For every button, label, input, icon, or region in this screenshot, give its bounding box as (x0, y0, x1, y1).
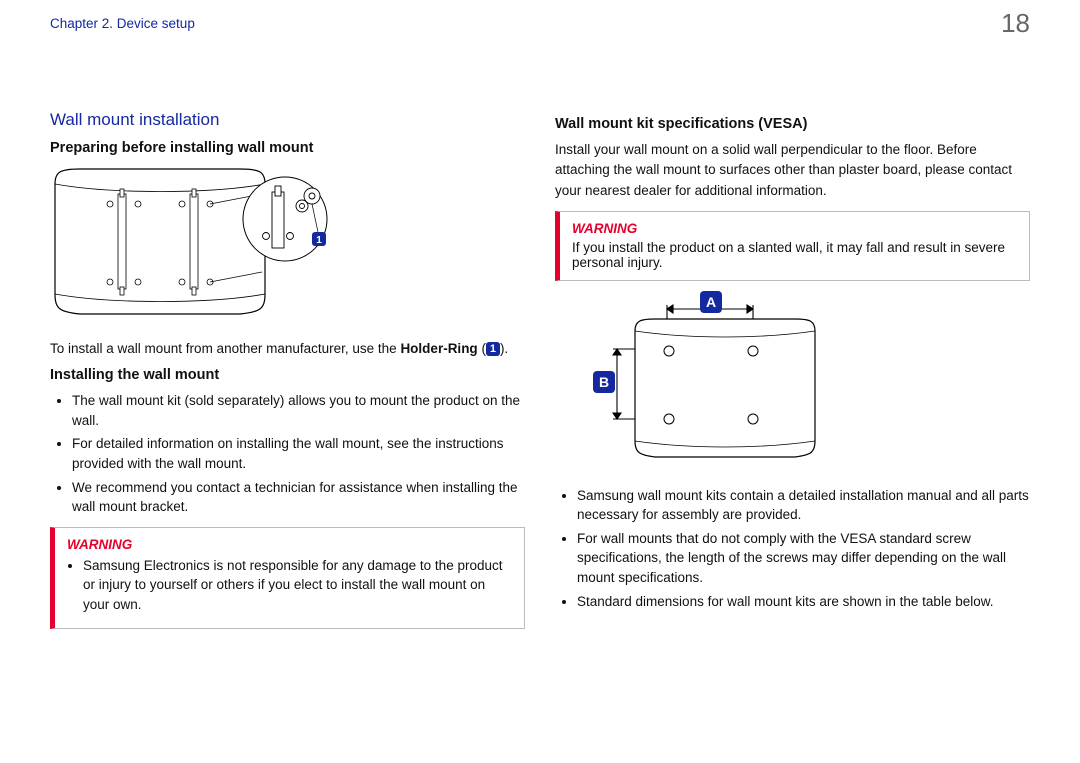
warning-item: Samsung Electronics is not responsible f… (83, 556, 512, 615)
list-item: For detailed information on installing t… (72, 434, 525, 473)
left-column: Wall mount installation Preparing before… (50, 110, 525, 639)
label-b-badge: B (593, 371, 615, 393)
sub-preparing: Preparing before installing wall mount (50, 140, 525, 156)
list-item: The wall mount kit (sold separately) all… (72, 391, 525, 430)
warning-box-left: WARNING Samsung Electronics is not respo… (50, 527, 525, 630)
illustration-vesa-panel: A B (555, 291, 1030, 476)
ring-badge-icon: 1 (486, 342, 500, 356)
note-open: ( (478, 341, 486, 356)
vesa-bullets: Samsung wall mount kits contain a detail… (555, 486, 1030, 611)
holder-ring-note: To install a wall mount from another man… (50, 339, 525, 359)
label-a-badge: A (700, 291, 722, 313)
warning-label: WARNING (572, 221, 1017, 236)
note-pre: To install a wall mount from another man… (50, 341, 400, 356)
list-item: Samsung wall mount kits contain a detail… (577, 486, 1030, 525)
note-bold: Holder-Ring (400, 341, 477, 356)
list-item: Standard dimensions for wall mount kits … (577, 592, 1030, 612)
section-title: Wall mount installation (50, 110, 525, 130)
sub-installing: Installing the wall mount (50, 367, 525, 383)
warning-text: If you install the product on a slanted … (572, 240, 1017, 270)
sub-vesa: Wall mount kit specifications (VESA) (555, 116, 1030, 132)
install-bullets: The wall mount kit (sold separately) all… (50, 391, 525, 516)
list-item: For wall mounts that do not comply with … (577, 529, 1030, 588)
vesa-intro: Install your wall mount on a solid wall … (555, 140, 1030, 201)
note-close: ). (500, 341, 508, 356)
illustration-back-panel: 1 (50, 164, 525, 329)
warning-box-right: WARNING If you install the product on a … (555, 211, 1030, 281)
list-item: We recommend you contact a technician fo… (72, 478, 525, 517)
svg-text:1: 1 (316, 235, 322, 246)
chapter-link[interactable]: Chapter 2. Device setup (50, 16, 195, 31)
page-number: 18 (1001, 8, 1030, 39)
right-column: Wall mount kit specifications (VESA) Ins… (555, 110, 1030, 639)
warning-label: WARNING (67, 537, 512, 552)
